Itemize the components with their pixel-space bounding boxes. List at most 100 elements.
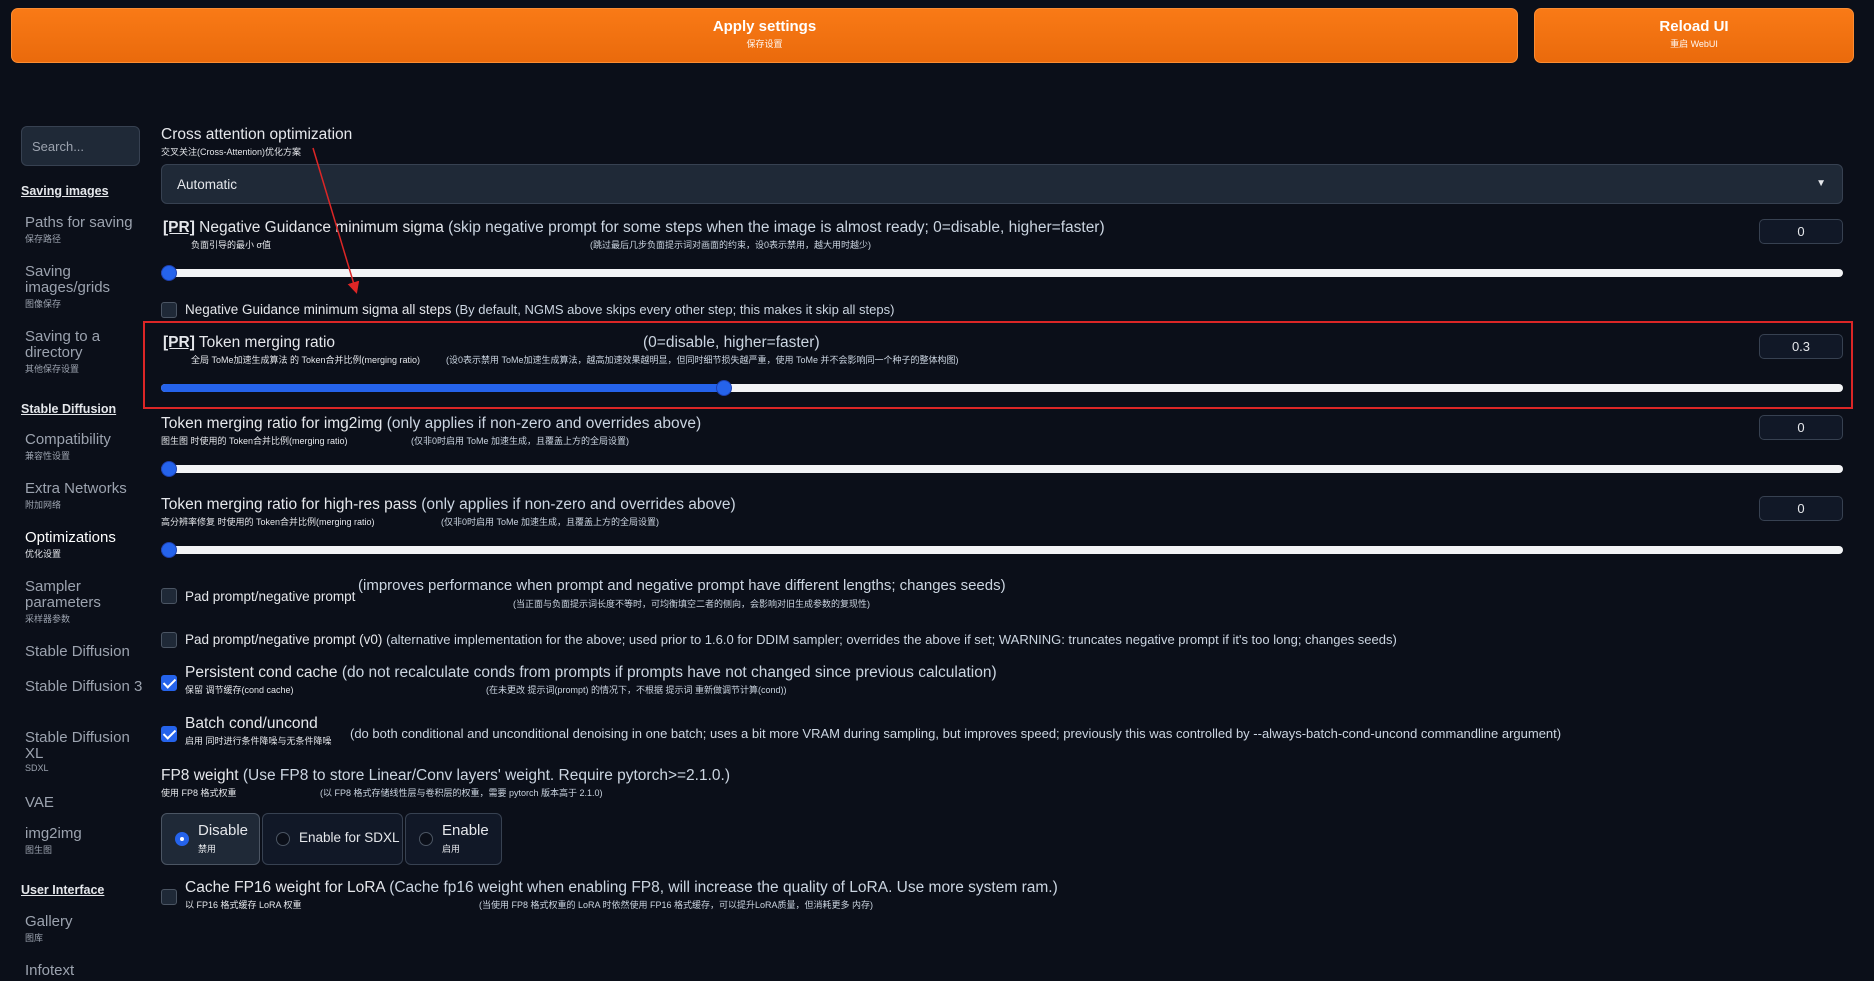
token-merging-img2img-slider[interactable] (161, 461, 1843, 477)
pr-tag: [PR] (163, 219, 195, 236)
sidebar-item-label: Sampler parameters (25, 578, 101, 611)
sidebar-section-stable-diffusion[interactable]: Stable Diffusion (21, 402, 116, 416)
sidebar-item-img2img[interactable]: img2img 图生图 (25, 826, 143, 856)
pad-prompt-description-text: (improves performance when prompt and ne… (358, 577, 1006, 594)
cache-fp16-checkbox[interactable] (161, 889, 177, 905)
fp8-option-sublabel: 启用 (442, 844, 461, 854)
sidebar-item-gallery[interactable]: Gallery 图库 (25, 914, 143, 944)
sidebar-item-vae[interactable]: VAE (25, 795, 143, 811)
fp8-option-enable[interactable]: Enable 启用 (405, 813, 502, 865)
chevron-down-icon: ▼ (1816, 178, 1826, 189)
pad-prompt-v0-title: Pad prompt/negative prompt (v0) (185, 632, 383, 647)
ngms-all-steps-checkbox[interactable] (161, 302, 177, 318)
cache-fp16-description: (Cache fp16 weight when enabling FP8, wi… (389, 879, 1058, 896)
sidebar-item-optimizations[interactable]: Optimizations 优化设置 (25, 530, 143, 560)
slider-thumb[interactable] (161, 461, 177, 477)
sidebar-item-saving-images-grids[interactable]: Saving images/grids 图像保存 (25, 264, 143, 310)
sidebar-item-label: Stable Diffusion (25, 643, 130, 660)
token-merging-img2img-title: Token merging ratio for img2img (161, 415, 383, 432)
persistent-cond-cache-title: Persistent cond cache (185, 664, 338, 681)
sidebar-item-label: Gallery (25, 913, 73, 930)
pad-prompt-v0-label-row: Pad prompt/negative prompt (v0) (alterna… (185, 632, 1397, 647)
sidebar-item-stable-diffusion-3[interactable]: Stable Diffusion 3 (25, 675, 143, 699)
sidebar-item-sublabel: 图像保存 (25, 299, 62, 309)
token-merging-sub-description: (设0表示禁用 ToMe加速生成算法，越高加速效果越明显，但同时细节损失越严重，… (446, 355, 959, 365)
sidebar-item-stable-diffusion-xl[interactable]: Stable Diffusion XL SDXL (25, 730, 143, 774)
token-merging-description-text: (0=disable, higher=faster) (643, 334, 820, 351)
sidebar-item-label: Extra Networks (25, 480, 127, 497)
slider-thumb[interactable] (161, 542, 177, 558)
fp8-weight-title-row: FP8 weight (Use FP8 to store Linear/Conv… (161, 767, 730, 785)
sidebar-section-saving-images[interactable]: Saving images (21, 184, 109, 198)
fp8-weight-sub-description: (以 FP8 格式存储线性层与卷积层的权重，需要 pytorch 版本高于 2.… (320, 788, 603, 798)
token-merging-hr-description: (only applies if non-zero and overrides … (421, 496, 736, 513)
sidebar-item-label: img2img (25, 825, 82, 842)
fp8-option-label: Disable (198, 822, 249, 839)
pad-prompt-checkbox[interactable] (161, 588, 177, 604)
token-merging-hr-sub-description: (仅非0时启用 ToMe 加速生成，且覆盖上方的全局设置) (441, 517, 660, 527)
fp8-option-label: Enable for SDXL (299, 830, 400, 845)
settings-search-input[interactable] (21, 126, 140, 166)
persistent-cond-cache-checkbox[interactable] (161, 675, 177, 691)
sidebar-item-sublabel: 其他保存设置 (25, 364, 80, 374)
radio-dot (419, 832, 433, 846)
pad-prompt-v0-description: (alternative implementation for the abov… (386, 632, 1397, 647)
slider-thumb[interactable] (161, 265, 177, 281)
ngms-all-steps-title: Negative Guidance minimum sigma all step… (185, 302, 452, 317)
sidebar-item-label: Saving images/grids (25, 263, 111, 296)
token-merging-img2img-title-row: Token merging ratio for img2img (only ap… (161, 415, 701, 433)
fp8-option-enable-sdxl[interactable]: Enable for SDXL (262, 813, 403, 865)
fp8-option-disable[interactable]: Disable 禁用 (161, 813, 260, 865)
ngms-number-input[interactable]: 0 (1759, 219, 1843, 244)
token-merging-img2img-number-input[interactable]: 0 (1759, 415, 1843, 440)
batch-cond-uncond-description: (do both conditional and unconditional d… (350, 726, 1561, 741)
sidebar-item-sampler-parameters[interactable]: Sampler parameters 采样器参数 (25, 579, 143, 625)
token-merging-title-row: [PR] Token merging ratio (163, 334, 335, 352)
pad-prompt-v0-checkbox[interactable] (161, 632, 177, 648)
batch-cond-uncond-sublabel: 启用 同时进行条件降噪与无条件降噪 (185, 736, 332, 746)
persistent-cond-cache-sub-description: (在未更改 提示词(prompt) 的情况下，不根据 提示词 重新做调节计算(c… (486, 685, 787, 695)
sidebar-item-label: Compatibility (25, 431, 111, 448)
cross-attention-dropdown[interactable]: Automatic ▼ (161, 164, 1843, 204)
reload-ui-button[interactable]: Reload UI 重启 WebUI (1534, 8, 1854, 63)
cache-fp16-sub-description: (当使用 FP8 格式权重的 LoRA 时依然使用 FP16 格式缓存，可以提升… (479, 900, 874, 910)
token-merging-hr-slider[interactable] (161, 542, 1843, 558)
token-merging-slider[interactable] (161, 380, 1843, 396)
fp8-weight-sublabel: 使用 FP8 格式权重 (161, 788, 237, 798)
sidebar-section-user-interface[interactable]: User Interface (21, 883, 104, 897)
cross-attention-sublabel: 交叉关注(Cross-Attention)优化方案 (161, 147, 302, 157)
sidebar-item-infotext[interactable]: Infotext (25, 963, 143, 979)
sidebar-item-label: VAE (25, 794, 54, 811)
cache-fp16-sublabel: 以 FP16 格式缓存 LoRA 权重 (185, 900, 302, 910)
fp8-weight-description: (Use FP8 to store Linear/Conv layers' we… (242, 767, 730, 784)
token-merging-hr-number-input[interactable]: 0 (1759, 496, 1843, 521)
reload-ui-sublabel: 重启 WebUI (1670, 39, 1718, 49)
token-merging-description: (0=disable, higher=faster) (643, 334, 820, 352)
batch-cond-uncond-checkbox[interactable] (161, 726, 177, 742)
sidebar-item-label: Paths for saving (25, 214, 133, 231)
token-merging-img2img-sub-description: (仅非0时启用 ToMe 加速生成，且覆盖上方的全局设置) (411, 436, 630, 446)
ngms-all-steps-label-row: Negative Guidance minimum sigma all step… (185, 302, 894, 317)
cross-attention-value: Automatic (177, 177, 238, 192)
sidebar-item-sublabel: 优化设置 (25, 549, 62, 559)
ngms-sublabel: 负面引导的最小 σ值 (191, 240, 272, 250)
sidebar-item-sublabel: 图生图 (25, 845, 53, 855)
batch-cond-uncond-description-text: (do both conditional and unconditional d… (350, 726, 1562, 741)
apply-settings-button[interactable]: Apply settings 保存设置 (11, 8, 1518, 63)
pad-prompt-sub-description: (当正面与负面提示词长度不等时，可均衡填空二者的侧向，会影响对旧生成参数的复现性… (513, 599, 870, 609)
ngms-description: (skip negative prompt for some steps whe… (448, 219, 1105, 236)
apply-settings-sublabel: 保存设置 (746, 39, 783, 49)
sidebar-item-compatibility[interactable]: Compatibility 兼容性设置 (25, 432, 143, 462)
sidebar-item-extra-networks[interactable]: Extra Networks 附加网络 (25, 481, 143, 511)
ngms-slider[interactable] (161, 265, 1843, 281)
sidebar-item-paths-for-saving[interactable]: Paths for saving 保存路径 (25, 215, 143, 245)
pr-tag: [PR] (163, 334, 195, 351)
persistent-cond-cache-sublabel: 保留 调节缓存(cond cache) (185, 685, 294, 695)
sidebar-item-stable-diffusion[interactable]: Stable Diffusion (25, 644, 143, 660)
sidebar-item-saving-to-directory[interactable]: Saving to a directory 其他保存设置 (25, 329, 143, 375)
persistent-cond-cache-title-row: Persistent cond cache (do not recalculat… (185, 664, 997, 682)
sidebar-item-sublabel: 图库 (25, 933, 44, 943)
cache-fp16-title-row: Cache FP16 weight for LoRA (Cache fp16 w… (185, 879, 1058, 897)
cache-fp16-title: Cache FP16 weight for LoRA (185, 879, 385, 896)
token-merging-number-input[interactable]: 0.3 (1759, 334, 1843, 359)
